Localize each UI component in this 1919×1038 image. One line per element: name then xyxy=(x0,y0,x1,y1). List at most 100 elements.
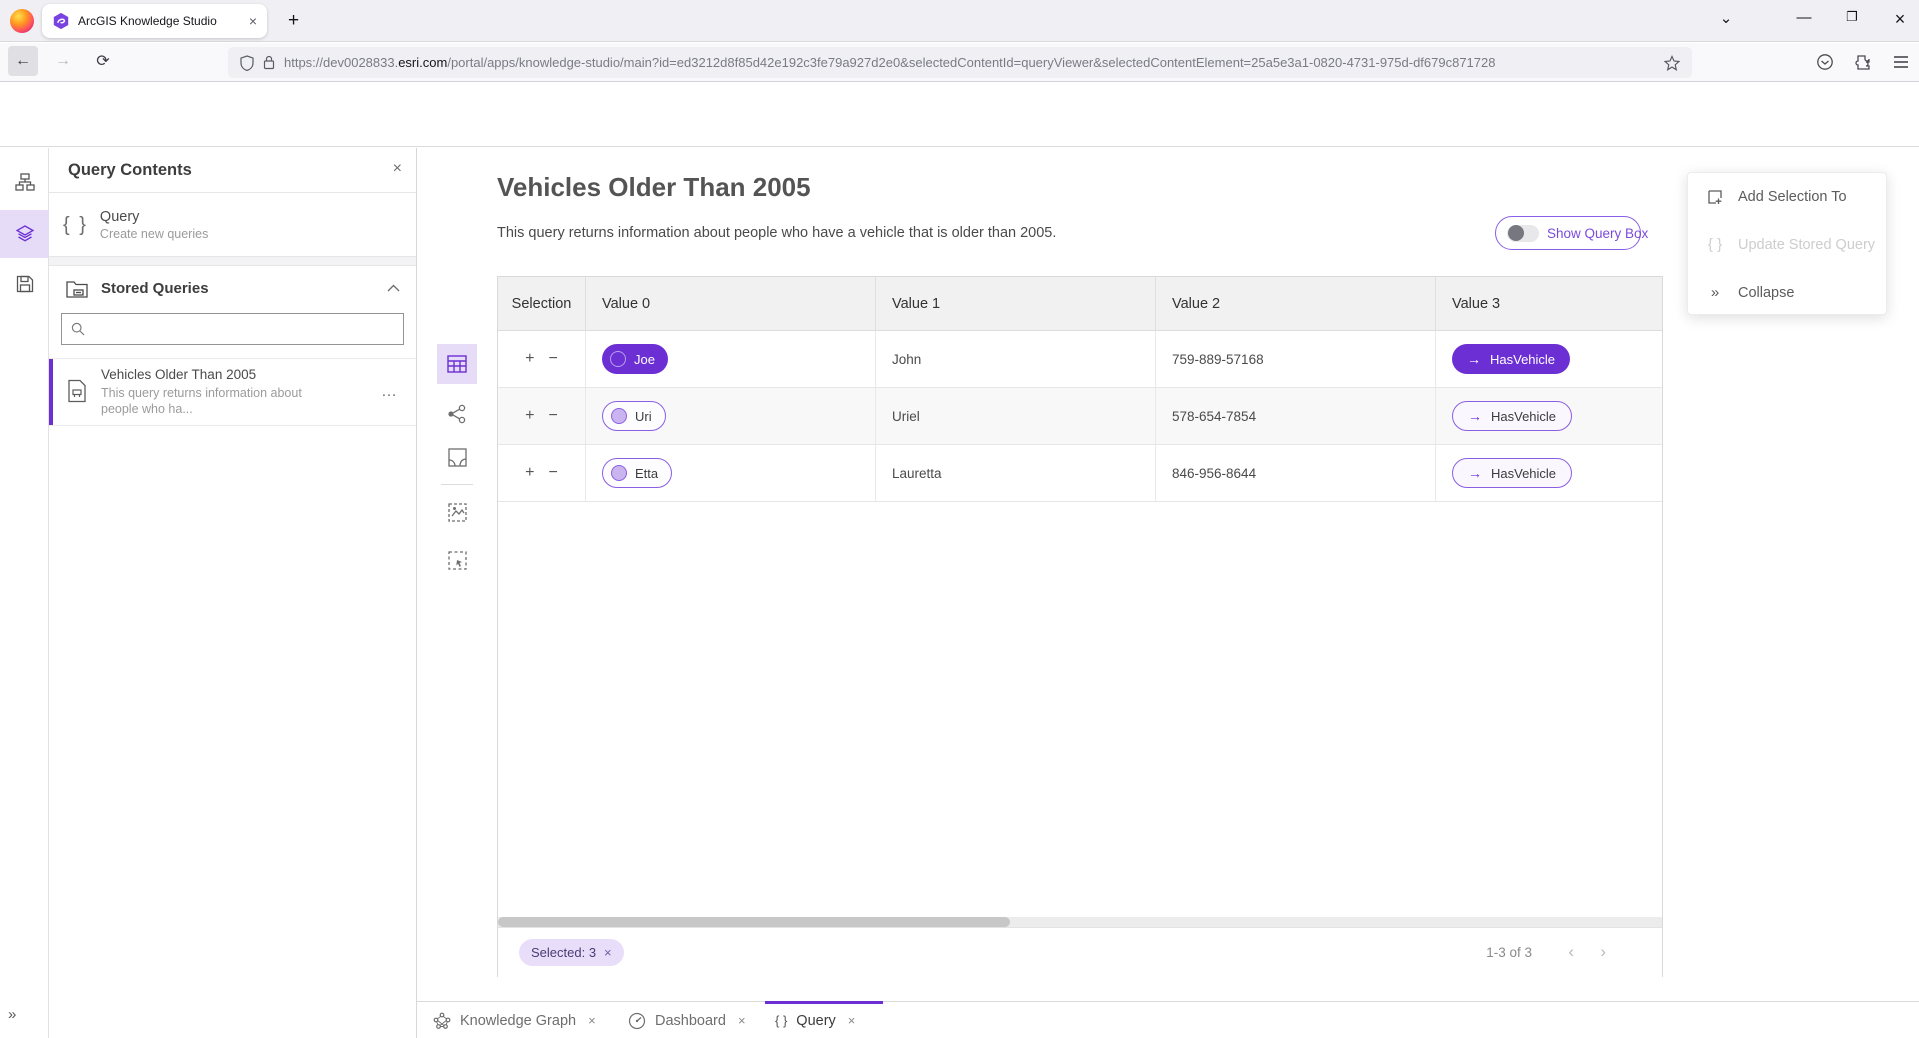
arcgis-favicon xyxy=(52,12,70,30)
page-title: Vehicles Older Than 2005 xyxy=(497,172,811,203)
selection-tool-button[interactable] xyxy=(437,540,477,580)
remove-selection-icon[interactable]: − xyxy=(549,408,558,424)
lock-icon[interactable] xyxy=(263,55,275,70)
braces-icon: { } xyxy=(63,214,88,237)
stored-query-description: This query returns information about peo… xyxy=(101,385,319,417)
remove-selection-icon[interactable]: − xyxy=(549,351,558,367)
prev-page-button[interactable]: ‹ xyxy=(1568,942,1574,962)
cell-value: Lauretta xyxy=(876,445,1156,501)
entity-chip[interactable]: Uri xyxy=(602,401,666,431)
save-icon xyxy=(16,275,34,293)
entity-chip[interactable]: Joe xyxy=(602,344,668,374)
tab-close-icon[interactable]: × xyxy=(738,1013,746,1028)
chevrons-right-icon: » xyxy=(1705,284,1725,301)
forward-button[interactable]: → xyxy=(48,46,78,76)
tab-query[interactable]: { } Query × xyxy=(775,1002,855,1038)
query-item-title: Query xyxy=(100,209,208,225)
expand-rail-icon[interactable]: » xyxy=(8,1006,16,1023)
browser-tab-bar: ArcGIS Knowledge Studio × + ⌄ — ❐ × xyxy=(0,0,1919,42)
back-button[interactable]: ← xyxy=(8,46,38,76)
item-options-icon[interactable]: … xyxy=(381,383,398,401)
table-icon xyxy=(447,355,467,373)
selected-count-chip[interactable]: Selected: 3 × xyxy=(519,939,624,966)
search-input[interactable] xyxy=(92,322,394,337)
stored-queries-search[interactable] xyxy=(61,313,404,345)
window-maximize-button[interactable]: ❐ xyxy=(1838,9,1866,25)
entity-chip[interactable]: Etta xyxy=(602,458,672,488)
relationship-chip[interactable]: →HasVehicle xyxy=(1452,401,1572,431)
toggle-knob xyxy=(1508,225,1524,241)
entity-dot-icon xyxy=(611,465,627,481)
cell-value: Uriel xyxy=(876,388,1156,444)
braces-icon: { } xyxy=(775,1013,787,1028)
column-header: Value 3 xyxy=(1436,277,1662,330)
add-to-map-button[interactable] xyxy=(437,492,477,532)
shield-icon[interactable] xyxy=(240,55,254,71)
add-selection-icon[interactable]: + xyxy=(525,351,534,367)
cell-value: John xyxy=(876,331,1156,387)
dashed-select-icon xyxy=(448,551,467,570)
new-tab-button[interactable]: + xyxy=(288,10,299,32)
stored-queries-folder-icon xyxy=(65,277,89,301)
pocket-icon[interactable] xyxy=(1810,47,1840,77)
bookmark-star-icon[interactable] xyxy=(1664,55,1680,71)
table-view-button[interactable] xyxy=(437,344,477,384)
extensions-puzzle-icon[interactable] xyxy=(1848,47,1878,77)
window-minimize-button[interactable]: — xyxy=(1790,9,1818,26)
toggle-track xyxy=(1507,225,1539,242)
browser-tab[interactable]: ArcGIS Knowledge Studio × xyxy=(42,4,267,38)
sidebar-item-data-model[interactable] xyxy=(0,158,49,206)
map-view-button[interactable] xyxy=(437,437,477,477)
query-contents-panel: Query Contents × { } Query Create new qu… xyxy=(49,148,417,1038)
column-header: Value 0 xyxy=(586,277,876,330)
url-bar[interactable]: https://dev0028833.esri.com/portal/apps/… xyxy=(228,47,1692,78)
panel-close-icon[interactable]: × xyxy=(393,160,402,178)
table-row[interactable]: + − Uri Uriel 578-654-7854 →HasVehicle xyxy=(498,388,1662,445)
stored-queries-header[interactable]: Stored Queries xyxy=(49,273,416,307)
tab-close-icon[interactable]: × xyxy=(588,1013,596,1028)
sidebar-item-save[interactable] xyxy=(0,260,49,308)
browser-menu-icon[interactable] xyxy=(1886,47,1916,77)
add-selection-icon[interactable]: + xyxy=(525,408,534,424)
menu-item-update-stored-query[interactable]: { } Update Stored Query xyxy=(1688,221,1886,268)
horizontal-scrollbar[interactable] xyxy=(498,917,1662,927)
link-chart-button[interactable] xyxy=(437,394,477,434)
stored-query-item[interactable]: Vehicles Older Than 2005 This query retu… xyxy=(49,358,416,426)
relationship-chip[interactable]: →HasVehicle xyxy=(1452,344,1570,374)
add-selection-icon[interactable]: + xyxy=(525,465,534,481)
add-selection-to-icon xyxy=(1705,189,1725,205)
scrollbar-thumb[interactable] xyxy=(498,917,1010,927)
entity-dot-icon xyxy=(610,351,626,367)
query-create-item[interactable]: { } Query Create new queries xyxy=(49,194,416,256)
table-row[interactable]: + − Etta Lauretta 846-956-8644 →HasVehic… xyxy=(498,445,1662,502)
firefox-icon[interactable] xyxy=(10,9,34,33)
table-row[interactable]: + − Joe John 759-889-57168 →HasVehicle xyxy=(498,331,1662,388)
tab-close-icon[interactable]: × xyxy=(848,1013,856,1028)
stored-query-doc-icon xyxy=(67,379,87,403)
clear-selection-icon[interactable]: × xyxy=(604,945,612,960)
arrow-right-icon: → xyxy=(1467,351,1481,367)
list-tabs-icon[interactable]: ⌄ xyxy=(1712,9,1740,27)
next-page-button[interactable]: › xyxy=(1600,942,1606,962)
layers-icon xyxy=(15,224,35,244)
tab-close-icon[interactable]: × xyxy=(249,13,257,29)
chevron-up-icon[interactable] xyxy=(387,284,400,292)
sidebar-item-contents[interactable] xyxy=(0,210,49,258)
show-query-box-toggle[interactable]: Show Query Box xyxy=(1495,216,1641,250)
window-close-button[interactable]: × xyxy=(1886,9,1914,30)
entity-dot-icon xyxy=(611,408,627,424)
tab-knowledge-graph[interactable]: Knowledge Graph × xyxy=(433,1002,596,1038)
toggle-label: Show Query Box xyxy=(1547,226,1648,241)
stored-query-title: Vehicles Older Than 2005 xyxy=(101,367,256,382)
menu-item-collapse[interactable]: » Collapse xyxy=(1688,269,1886,316)
hierarchy-icon xyxy=(15,172,35,192)
menu-item-add-selection-to[interactable]: Add Selection To xyxy=(1688,173,1886,220)
stored-queries-title: Stored Queries xyxy=(101,280,209,297)
remove-selection-icon[interactable]: − xyxy=(549,465,558,481)
cell-value: 578-654-7854 xyxy=(1156,388,1436,444)
tab-dashboard[interactable]: Dashboard × xyxy=(628,1002,746,1038)
relationship-chip[interactable]: →HasVehicle xyxy=(1452,458,1572,488)
knowledge-graph-icon xyxy=(433,1012,451,1030)
reload-button[interactable]: ⟳ xyxy=(88,46,118,76)
bottom-tab-bar: Knowledge Graph × Dashboard × { } Query … xyxy=(417,1001,1919,1038)
